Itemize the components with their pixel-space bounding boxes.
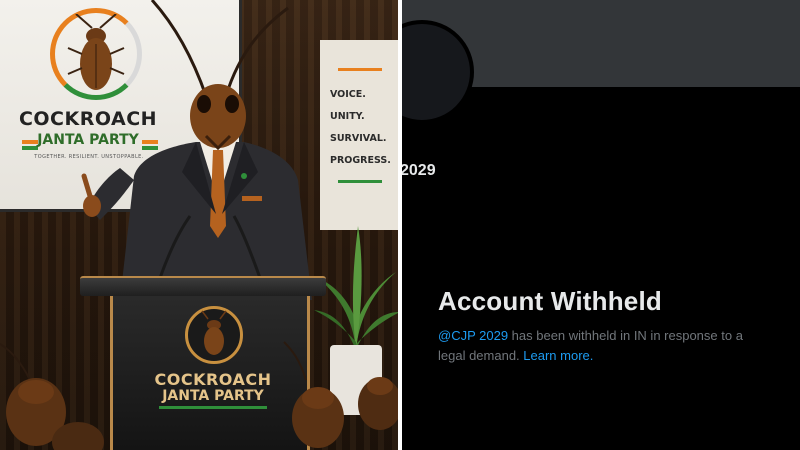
account-handle-link[interactable]: @CJP 2029 xyxy=(438,328,508,343)
profile-display-name: 2029 xyxy=(402,162,436,179)
banner-stripe-green xyxy=(338,180,382,183)
banner-slogans: VOICE. UNITY. SURVIVAL. PROGRESS. xyxy=(330,84,400,172)
podium-top xyxy=(80,276,326,296)
banner-slogan-4: PROGRESS. xyxy=(330,155,391,166)
learn-more-link[interactable]: Learn more. xyxy=(523,348,593,363)
withheld-title: Account Withheld xyxy=(438,286,662,316)
cockroach-crowd-icon xyxy=(0,341,400,450)
banner-stripe-saffron xyxy=(338,68,382,71)
withheld-message: @CJP 2029 has been withheld in IN in res… xyxy=(438,326,768,366)
banner-slogan-1: VOICE. xyxy=(330,89,366,100)
x-profile-panel: 2029 Account Withheld @CJP 2029 has been… xyxy=(402,0,800,450)
microphone-icon xyxy=(158,215,262,279)
stage-photo: COCKROACH JANTA PARTY TOGETHER. RESILIEN… xyxy=(0,0,400,450)
banner-slogan-3: SURVIVAL. xyxy=(330,133,387,144)
banner-slogan-2: UNITY. xyxy=(330,111,365,122)
